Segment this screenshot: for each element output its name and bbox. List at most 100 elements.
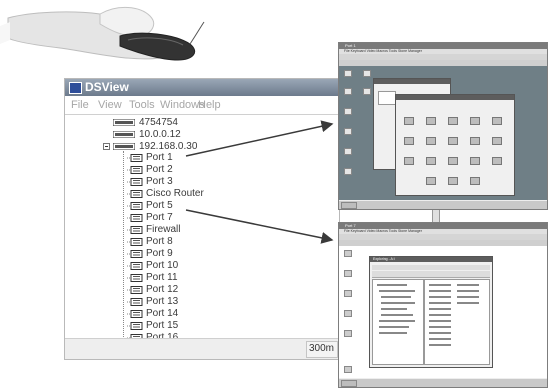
remote-session-port7[interactable]: Port 7 File Keyboard Video Macros Tools … (338, 222, 548, 388)
start-button[interactable] (341, 380, 357, 387)
folder-icon[interactable] (426, 157, 436, 165)
tree-item-label: Port 14 (146, 308, 179, 319)
tree-item-label: 4754754 (139, 117, 178, 128)
tree-item-label: Port 7 (146, 212, 173, 223)
status-text: 300m (308, 343, 334, 354)
tree-item-label: Port 15 (146, 320, 179, 331)
folder-icon[interactable] (470, 157, 480, 165)
folder-icon[interactable] (404, 137, 414, 145)
remote-window-title: Exploring - A:\ (373, 257, 395, 261)
desktop-icon[interactable] (344, 270, 352, 277)
port-icon (127, 250, 143, 258)
window-title: DSView (85, 80, 129, 94)
window-icon (378, 91, 396, 105)
hand-on-mouse-illustration (0, 7, 205, 61)
port-icon (127, 190, 143, 198)
port-icon (127, 226, 143, 234)
appliance-tree: 4754754 10.0.0.12 192.168.0.30 Port 1 Po… (65, 114, 339, 345)
tree-item-appliance-expanded[interactable]: 192.168.0.30 (103, 141, 263, 153)
title-bar: DSView (65, 79, 339, 96)
tree-item-label: Cisco Router (146, 188, 204, 199)
desktop-icon[interactable] (363, 88, 371, 95)
tree-item-label: Port 11 (146, 272, 178, 283)
explorer-menu (372, 265, 490, 270)
tree-item-label: Port 9 (146, 248, 173, 259)
port-icon (127, 214, 143, 222)
menu-tools[interactable]: Tools (129, 99, 155, 111)
status-bar: 300m (65, 338, 339, 359)
appliance-icon (113, 131, 135, 138)
remote-explorer-window[interactable] (395, 94, 515, 196)
port-icon (127, 286, 143, 294)
remote-taskbar (339, 200, 547, 209)
folder-icon[interactable] (470, 117, 480, 125)
remote-window-title-bar (396, 95, 514, 100)
desktop-icon[interactable] (363, 70, 371, 77)
menu-file[interactable]: File (71, 99, 89, 111)
folder-icon[interactable] (448, 117, 458, 125)
port-icon (127, 178, 143, 186)
folder-icon[interactable] (470, 177, 480, 185)
tree-item-label: Firewall (146, 224, 181, 235)
folder-icon[interactable] (492, 157, 502, 165)
remote-taskbar (339, 378, 547, 387)
desktop-icon[interactable] (344, 310, 352, 317)
desktop-icon[interactable] (344, 70, 352, 77)
folder-icon[interactable] (448, 157, 458, 165)
desktop-icon[interactable] (344, 108, 352, 115)
menu-bar: File View Tools Windows Help (65, 96, 339, 115)
tree-item-label: 192.168.0.30 (139, 141, 198, 152)
desktop-icon[interactable] (344, 366, 352, 373)
desktop-icon[interactable] (344, 330, 352, 337)
folder-icon[interactable] (448, 177, 458, 185)
port-icon (127, 310, 143, 318)
tree-item-label: Port 3 (146, 176, 173, 187)
folder-tree-pane[interactable] (372, 279, 424, 365)
appliance-icon (113, 119, 135, 126)
remote-explorer-window[interactable]: Exploring - A:\ (369, 256, 493, 368)
menu-help[interactable]: Help (198, 99, 221, 111)
port-icon (127, 262, 143, 270)
desktop-icon[interactable] (344, 128, 352, 135)
tree-connector (123, 151, 124, 345)
remote-session-port1[interactable]: Port 1 File Keyboard Video Macros Tools … (338, 42, 548, 210)
folder-icon[interactable] (426, 117, 436, 125)
port-icon (127, 202, 143, 210)
tree-item-label: Port 13 (146, 296, 179, 307)
desktop-icon[interactable] (344, 168, 352, 175)
folder-icon[interactable] (404, 157, 414, 165)
desktop-icon[interactable] (344, 250, 352, 257)
folder-icon[interactable] (448, 137, 458, 145)
folder-icon[interactable] (470, 137, 480, 145)
tree-item-label: Port 12 (146, 284, 179, 295)
start-button[interactable] (341, 202, 357, 209)
port-icon (127, 274, 143, 282)
dsview-app-icon (69, 82, 82, 94)
desktop-icon[interactable] (344, 290, 352, 297)
desktop-icon[interactable] (344, 88, 352, 95)
folder-icon[interactable] (492, 137, 502, 145)
folder-icon[interactable] (404, 117, 414, 125)
port-icon (127, 166, 143, 174)
tree-item-label: Port 5 (146, 200, 173, 211)
tree-item-label: Port 1 (146, 152, 173, 163)
remote-window-title-bar: Exploring - A:\ (370, 257, 492, 262)
port-icon (127, 238, 143, 246)
folder-icon[interactable] (426, 177, 436, 185)
collapse-toggle-icon[interactable] (103, 143, 110, 150)
file-list-pane[interactable] (424, 279, 490, 365)
folder-icon[interactable] (492, 117, 502, 125)
tree-item-label: Port 2 (146, 164, 173, 175)
status-pane: 300m (306, 341, 338, 358)
dsview-window: DSView File View Tools Windows Help 4754… (64, 78, 340, 360)
remote-desktop: Exploring - A:\ (339, 246, 547, 379)
remote-window-title-bar (374, 79, 450, 84)
appliance-icon (113, 143, 135, 150)
menu-view[interactable]: View (98, 99, 122, 111)
tree-item-label: Port 8 (146, 236, 173, 247)
remote-desktop (339, 66, 547, 201)
port-icon (127, 298, 143, 306)
tree-item-label: Port 10 (146, 260, 179, 271)
desktop-icon[interactable] (344, 148, 352, 155)
folder-icon[interactable] (426, 137, 436, 145)
